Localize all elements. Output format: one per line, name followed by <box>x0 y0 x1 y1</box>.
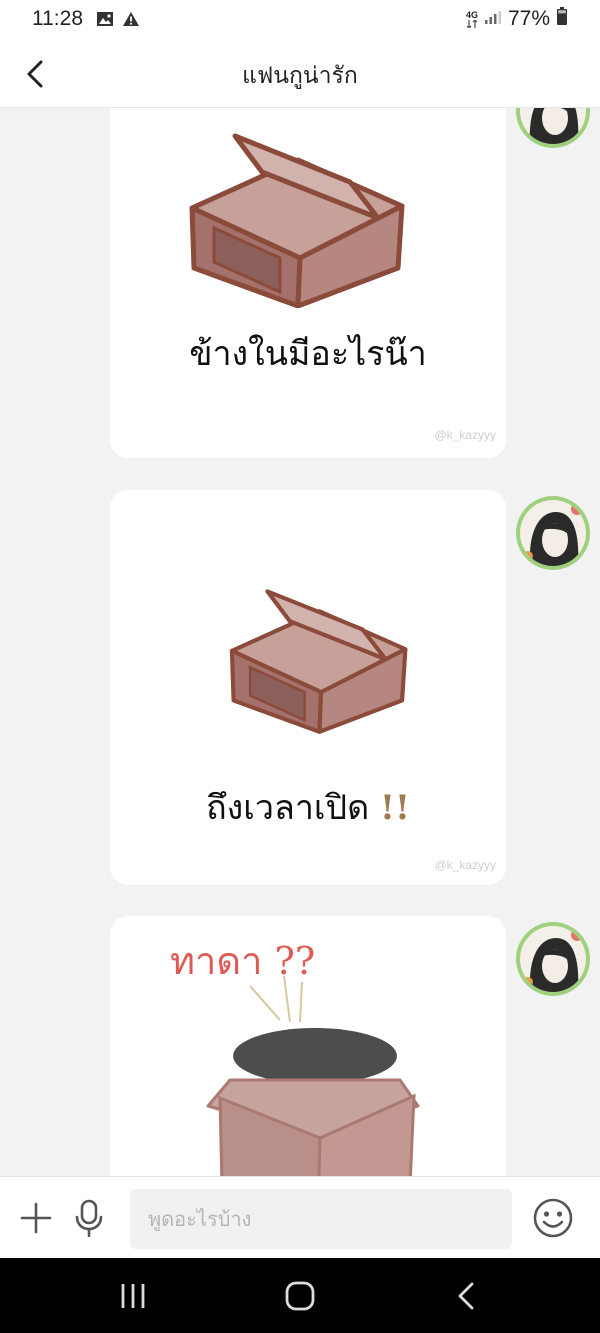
avatar[interactable] <box>516 922 590 996</box>
battery-icon <box>556 7 568 31</box>
avatar[interactable] <box>516 108 590 148</box>
network-icon: 4G <box>465 9 478 28</box>
sticker-bubble[interactable]: ข้างในมีอะไรน๊า @k_kazyyy <box>110 108 506 458</box>
sparkle-lines <box>250 976 303 1023</box>
signal-icon <box>484 7 502 31</box>
sticker-caption: ถึงเวลาเปิด !! <box>110 780 506 834</box>
recent-apps-icon[interactable] <box>118 1282 148 1314</box>
box-sticker-image <box>229 589 408 734</box>
chat-area[interactable]: ข้างในมีอะไรน๊า @k_kazyyy ถึงเวลาเปิด !!… <box>0 108 600 1176</box>
message-input[interactable] <box>130 1189 512 1249</box>
sticker-bubble[interactable]: ทาดา ?? <box>110 916 506 1176</box>
sticker-caption: ข้างในมีอะไรน๊า <box>189 334 427 374</box>
sticker-exclaim: !! <box>380 788 410 828</box>
home-icon[interactable] <box>284 1281 316 1315</box>
open-box-sticker-image <box>206 1028 420 1176</box>
status-right: 4G 77% <box>466 7 568 31</box>
network-type: 4G <box>465 9 478 20</box>
status-time: 11:28 <box>32 7 83 30</box>
sticker-watermark: @k_kazyyy <box>434 858 496 872</box>
warning-icon <box>122 9 140 33</box>
chat-header: แฟนกูน่ารัก <box>0 40 600 108</box>
image-icon <box>96 9 114 33</box>
plus-icon[interactable] <box>20 1202 52 1238</box>
system-nav-bar <box>0 1258 600 1333</box>
emoji-icon[interactable] <box>532 1197 574 1243</box>
microphone-icon[interactable] <box>74 1199 104 1241</box>
sticker-watermark: @k_kazyyy <box>434 428 496 442</box>
battery-level: 77% <box>507 7 550 30</box>
sticker-caption-text: ถึงเวลาเปิด <box>206 788 370 828</box>
chat-title: แฟนกูน่ารัก <box>242 63 358 89</box>
sticker-caption-text: ทาดา <box>170 939 263 983</box>
sticker-bubble[interactable]: ถึงเวลาเปิด !! @k_kazyyy <box>110 490 506 885</box>
avatar[interactable] <box>516 496 590 570</box>
box-sticker-image <box>189 133 405 308</box>
back-icon[interactable] <box>454 1280 478 1316</box>
status-bar: 11:28 4G 77% <box>0 0 600 40</box>
message-input-bar <box>0 1176 600 1258</box>
